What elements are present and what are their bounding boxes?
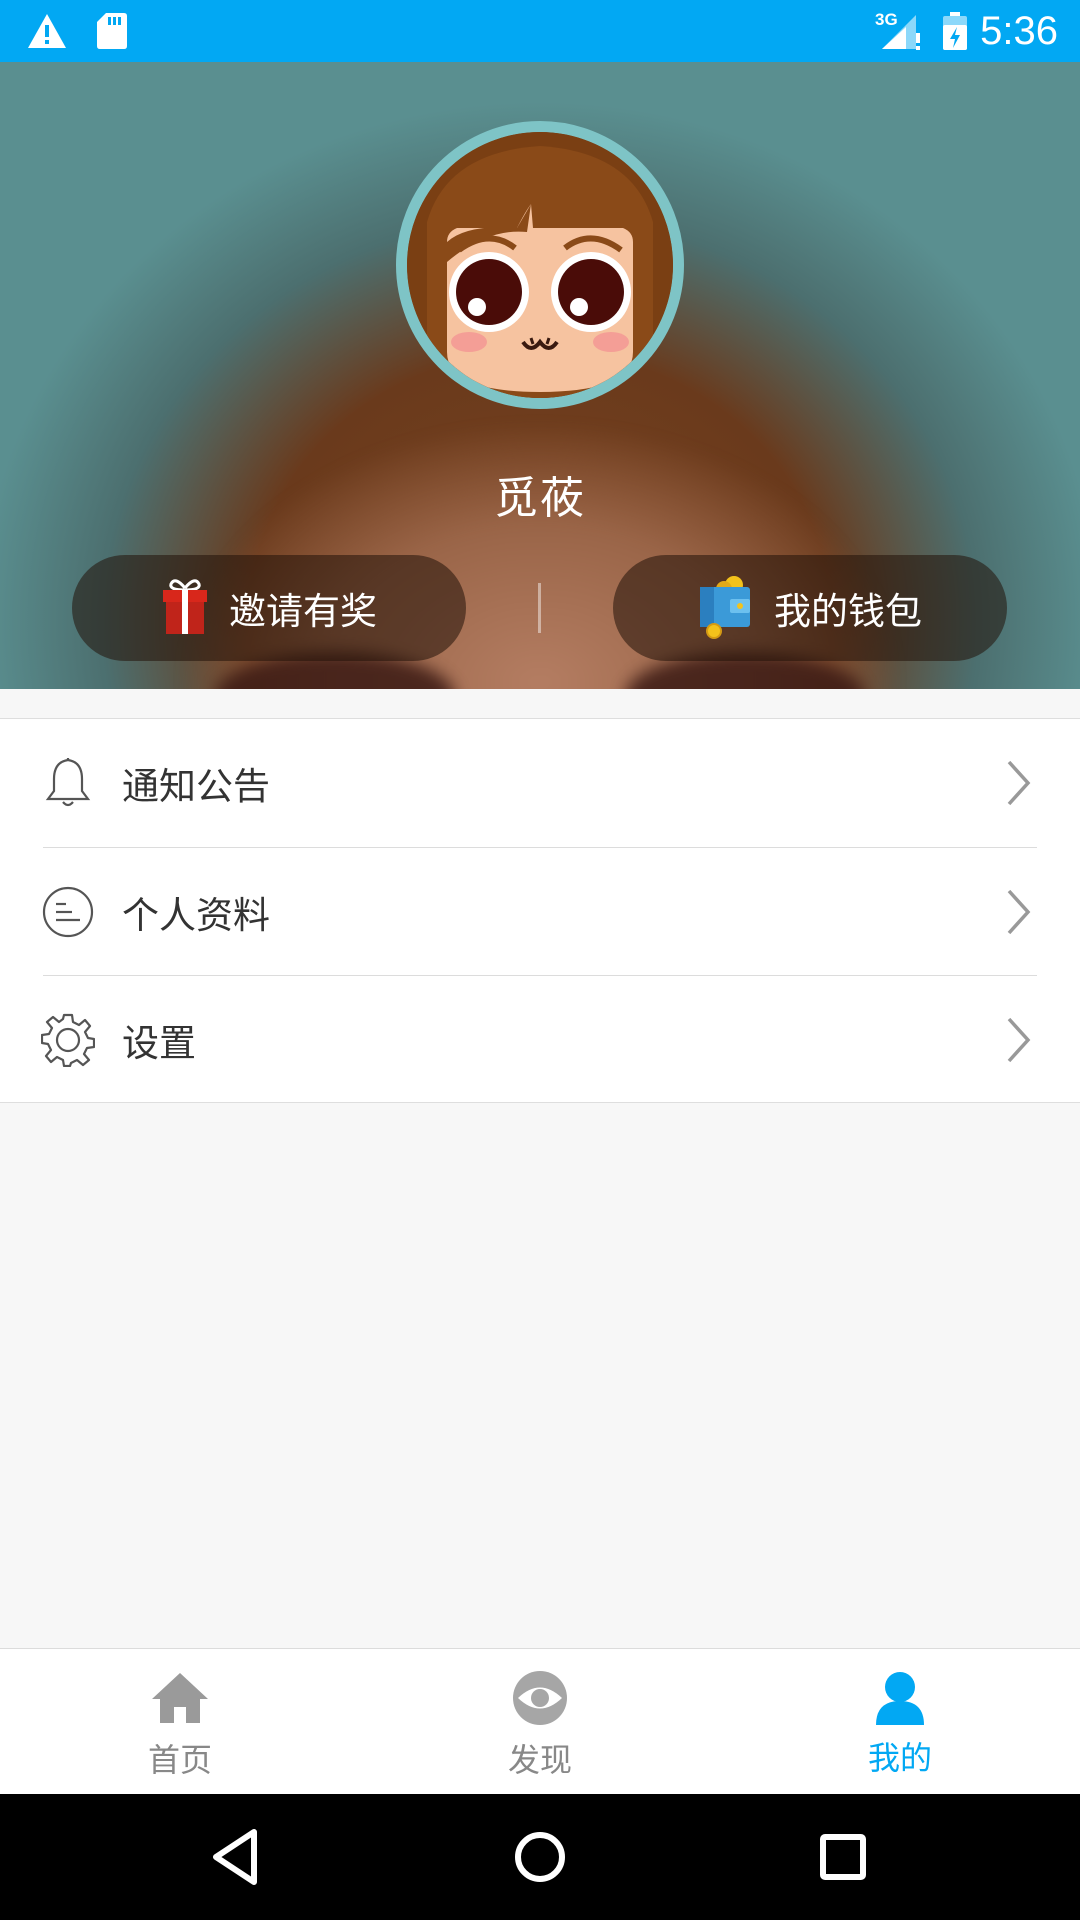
gear-icon: [40, 1012, 96, 1068]
sd-card-icon: [92, 0, 132, 62]
tab-label: 我的: [867, 1739, 932, 1777]
menu-item-label: 通知公告: [122, 765, 270, 808]
tab-discover[interactable]: 发现: [360, 1649, 720, 1795]
tab-home[interactable]: 首页: [0, 1649, 360, 1795]
wallet-icon: [698, 573, 754, 643]
home-circle-icon[interactable]: [507, 1824, 573, 1890]
network-type: 3G: [875, 10, 898, 29]
my-wallet-button[interactable]: 我的钱包: [613, 555, 1007, 661]
bell-icon: [40, 755, 96, 811]
warning-icon: [24, 0, 70, 62]
menu-list: 通知公告 个人资料 设置: [0, 718, 1080, 1103]
profile-list-icon: [40, 884, 96, 940]
tab-mine[interactable]: 我的: [720, 1649, 1080, 1795]
gift-icon: [161, 576, 209, 640]
home-icon: [152, 1673, 208, 1723]
invite-reward-label: 邀请有奖: [229, 590, 377, 633]
back-icon[interactable]: [204, 1824, 270, 1890]
chevron-right-icon: [1007, 889, 1031, 935]
person-icon: [876, 1672, 924, 1725]
nickname: 觅莜: [494, 473, 586, 524]
avatar[interactable]: [396, 121, 684, 409]
battery-charging-icon: [940, 0, 970, 62]
menu-item-label: 个人资料: [122, 894, 270, 937]
recents-icon[interactable]: [810, 1824, 876, 1890]
bottom-navigation: 首页 发现 我的: [0, 1648, 1080, 1794]
menu-item-settings[interactable]: 设置: [0, 976, 1080, 1104]
menu-item-label: 设置: [122, 1022, 196, 1065]
tab-label: 首页: [147, 1741, 212, 1779]
status-time: 5:36: [980, 9, 1058, 53]
chevron-right-icon: [1007, 1017, 1031, 1063]
system-navigation-bar: [0, 1794, 1080, 1920]
action-divider: [538, 583, 541, 633]
invite-reward-button[interactable]: 邀请有奖: [72, 555, 466, 661]
status-bar: 3G 5:36: [0, 0, 1080, 62]
eye-icon: [513, 1671, 567, 1725]
my-wallet-label: 我的钱包: [774, 590, 922, 633]
chevron-right-icon: [1007, 760, 1031, 806]
menu-item-notifications[interactable]: 通知公告: [0, 719, 1080, 847]
profile-header: 觅莜 邀请有奖 我的钱包: [0, 62, 1080, 689]
menu-item-profile[interactable]: 个人资料: [0, 848, 1080, 976]
tab-label: 发现: [507, 1741, 572, 1779]
